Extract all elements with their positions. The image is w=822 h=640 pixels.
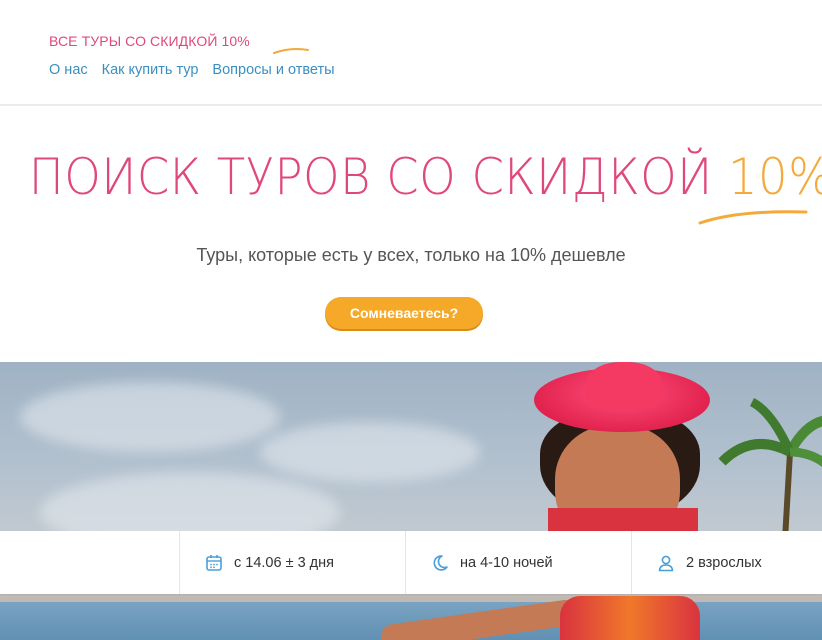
destination-field[interactable] [0,531,180,594]
date-field[interactable]: с 14.06 ± 3 дня [180,531,406,594]
nav-link-about[interactable]: О нас [49,62,88,78]
calendar-icon [204,553,224,573]
nights-field[interactable]: на 4-10 ночей [406,531,632,594]
doubt-button[interactable]: Сомневаетесь? [325,297,483,329]
nav-link-how-to-buy[interactable]: Как купить тур [102,62,199,78]
logo[interactable]: ВСЕ ТУРЫ СО СКИДКОЙ 10% [49,33,309,54]
date-value: с 14.06 ± 3 дня [234,554,334,571]
page-title: ПОИСК ТУРОВ СО СКИДКОЙ 10% [28,148,822,206]
hero-subtitle: Туры, которые есть у всех, только на 10%… [196,245,626,265]
page-title-accent: 10% [727,148,822,206]
main-nav: О нас Как купить тур Вопросы и ответы [49,62,335,78]
travelers-field[interactable]: 2 взрослых [632,531,822,594]
logo-accent: 10% [221,33,250,49]
site-header: ВСЕ ТУРЫ СО СКИДКОЙ 10% О нас Как купить… [0,0,822,106]
moon-icon [430,553,450,573]
logo-text: ВСЕ ТУРЫ СО СКИДКОЙ [49,33,222,49]
title-swoosh-icon [698,210,808,225]
nights-value: на 4-10 ночей [460,554,553,571]
nav-link-faq[interactable]: Вопросы и ответы [212,62,334,78]
tour-search-bar: с 14.06 ± 3 дня на 4-10 ночей 2 взрослых [0,531,822,594]
page-title-text: ПОИСК ТУРОВ СО СКИДКОЙ [28,148,728,206]
logo-swoosh-icon [273,48,309,54]
travelers-value: 2 взрослых [686,554,762,571]
person-icon [656,553,676,573]
